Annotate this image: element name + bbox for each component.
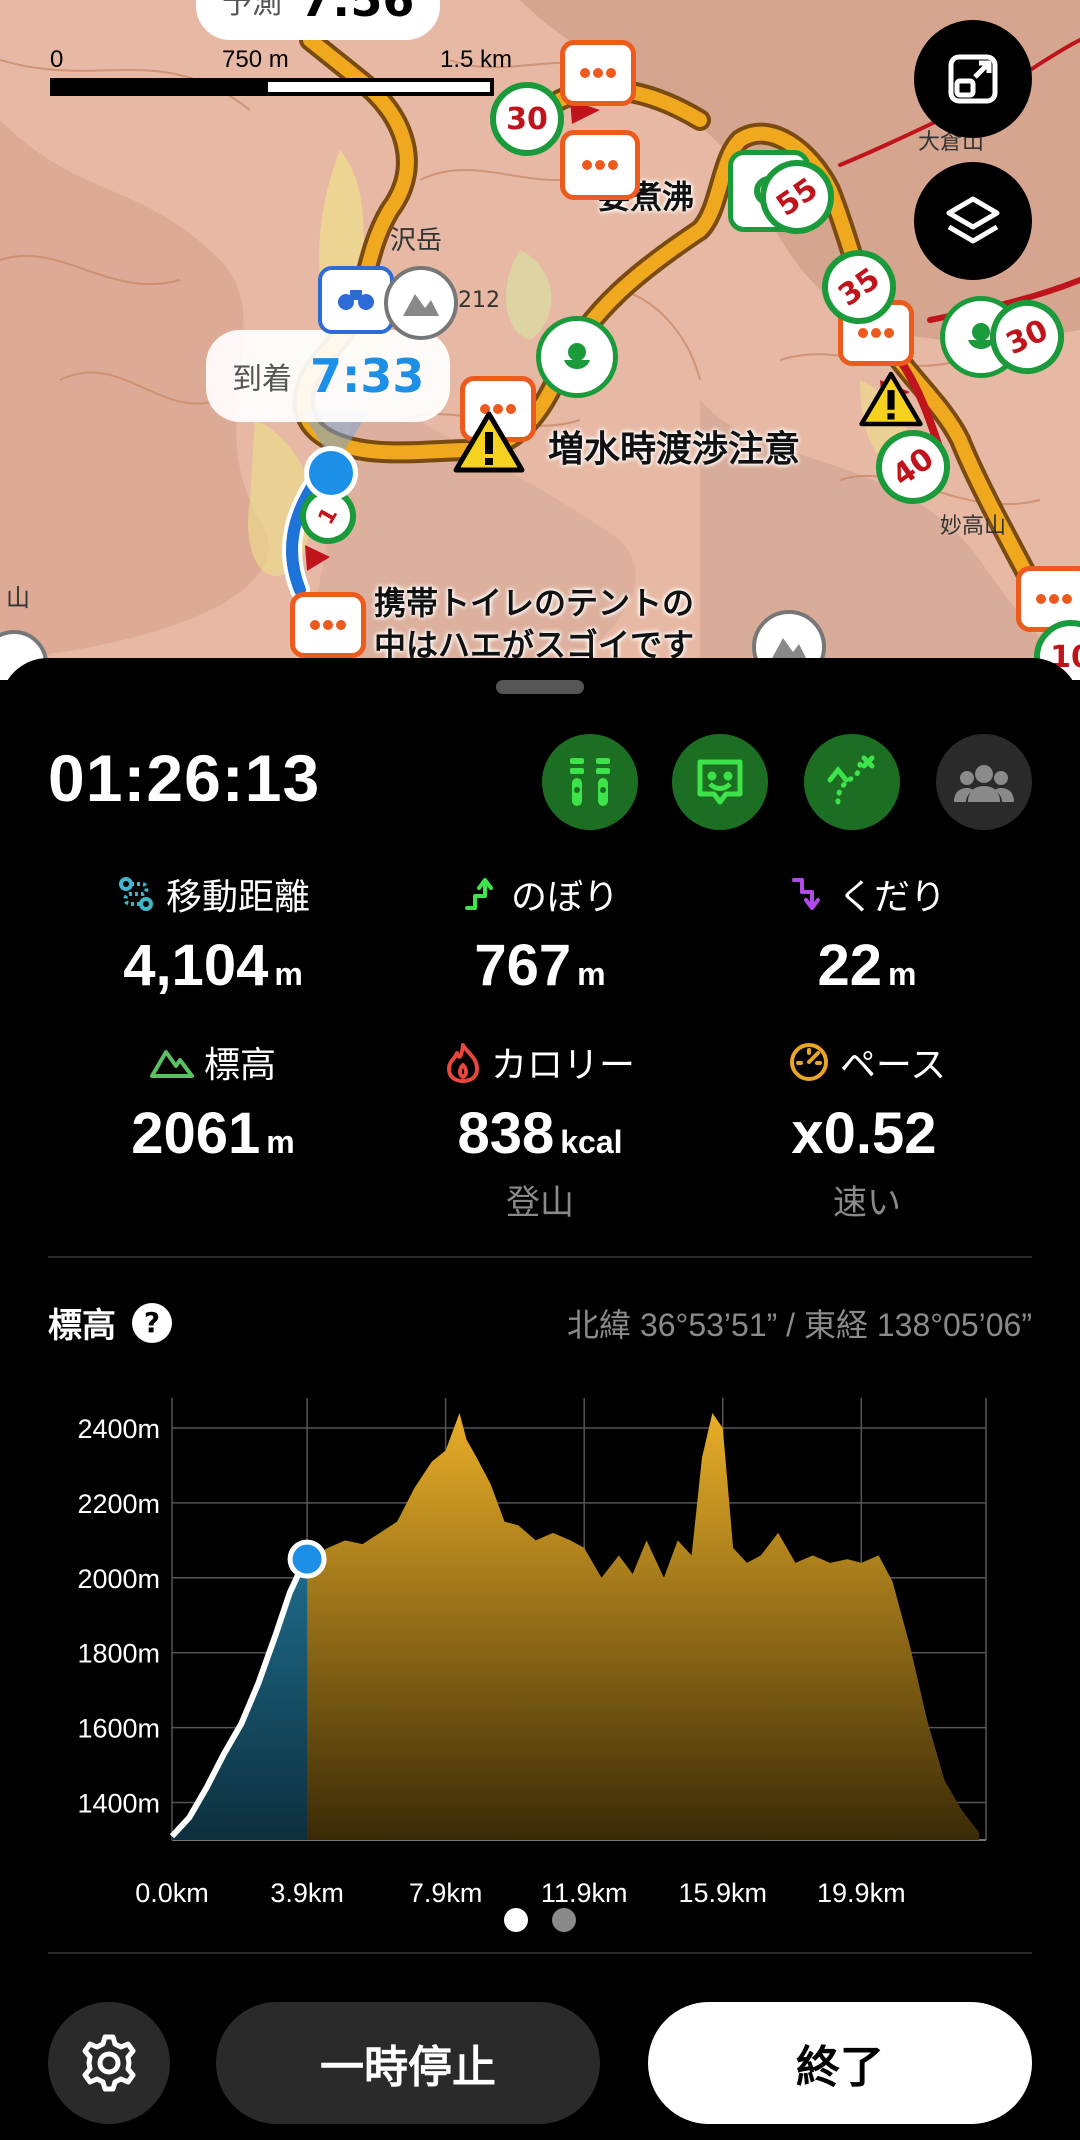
x-tick-label: 19.9km (817, 1878, 906, 1908)
pager-dot[interactable] (552, 1908, 576, 1932)
stat-value: 838 (457, 1101, 555, 1166)
elevation-chart[interactable]: 2400m 2200m 2000m 1800m 1600m 1400m 0.0km 3.9km… (0, 1378, 1080, 1918)
y-tick-label: 1400m (77, 1789, 160, 1819)
comment-line-1: 携帯トイレのテントの (374, 584, 695, 622)
y-tick-label: 1600m (77, 1714, 160, 1744)
comment-pin[interactable] (290, 592, 366, 658)
viewpoint-icon[interactable] (318, 266, 394, 334)
altitude-calibration-button[interactable] (542, 734, 638, 830)
map-layers-button[interactable] (914, 162, 1032, 280)
warning-icon[interactable] (858, 370, 924, 432)
arrival-label: 到着 (232, 362, 292, 397)
stat-pace: ペース x0.52 速い (702, 1036, 1032, 1224)
scale-label-end: 1.5 km (440, 46, 513, 73)
distance-icon (118, 877, 153, 911)
y-tick-label: 2400m (77, 1414, 160, 1444)
stat-unit: m (577, 956, 606, 992)
stat-ascent: のぼり 767 m (375, 868, 705, 999)
stat-unit: m (266, 1124, 295, 1160)
warning-label: 増水時渡渉注意 (548, 429, 801, 470)
elevation-title: 標高 (48, 1306, 116, 1346)
activity-panel: 01:26:13 移動距離 4,104 m のぼり 767 m くだり 22 m 標高… (0, 658, 1080, 2140)
elevation-area-remaining (307, 1412, 980, 1840)
flower-spot-icon[interactable] (536, 316, 618, 398)
route-icon (827, 755, 875, 805)
stat-descent: くだり 22 m (702, 868, 1032, 999)
x-tick-label: 0.0km (135, 1878, 209, 1908)
x-tick-label: 11.9km (541, 1878, 628, 1908)
km-marker-badge: 30 (490, 82, 564, 156)
side-label: 山 (6, 584, 30, 612)
map-view[interactable]: 0 750 m 1.5 km 予測 7:56 到着 7:33 要煮沸 増水時渡渉… (0, 0, 1080, 680)
x-tick-label: 3.9km (270, 1878, 344, 1908)
current-position-marker (287, 1539, 327, 1579)
arrival-time-bubble: 到着 7:33 (206, 330, 451, 422)
stat-label: 移動距離 (165, 877, 310, 918)
elapsed-timer: 01:26:13 (48, 741, 321, 815)
scale-label-zero: 0 (50, 46, 64, 73)
y-tick-label: 2000m (77, 1564, 160, 1594)
stat-label: くだり (837, 877, 946, 918)
pager-dot-active[interactable] (504, 1908, 528, 1932)
layers-icon (946, 196, 1000, 244)
forecast-time-bubble: 予測 7:56 (196, 0, 441, 40)
stat-distance: 移動距離 4,104 m (48, 868, 378, 999)
stat-calories: カロリー 838 kcal 登山 (375, 1036, 705, 1224)
end-button[interactable]: 終了 (648, 2002, 1032, 2124)
peak-height-label: 212 (458, 288, 500, 313)
pause-button[interactable]: 一時停止 (216, 2002, 600, 2124)
stat-label: 標高 (203, 1045, 276, 1086)
arrival-time: 7:33 (310, 349, 425, 403)
comment-pin[interactable] (560, 40, 636, 106)
x-tick-label: 7.9km (409, 1878, 483, 1908)
stat-value: 4,104 (123, 933, 269, 998)
y-tick-label: 1800m (77, 1639, 160, 1669)
stat-unit: m (888, 956, 917, 992)
coordinates-readout: 北緯 36°53’51” / 東経 138°05’06” (567, 1307, 1032, 1343)
forecast-label: 予測 (222, 0, 282, 21)
stat-unit: m (274, 956, 303, 992)
elevation-section-header: 標高 ? (48, 1298, 172, 1347)
fit-screen-icon (948, 54, 998, 104)
ascent-icon (464, 878, 493, 910)
section-divider (48, 1256, 1032, 1258)
stat-value: 22 (817, 933, 883, 998)
group-members-button[interactable] (936, 734, 1032, 830)
current-location-marker (304, 446, 358, 500)
stat-value: x0.52 (791, 1101, 937, 1166)
fit-route-button[interactable] (914, 20, 1032, 138)
stat-subtext: 速い (833, 1183, 901, 1223)
add-memo-button[interactable] (672, 734, 768, 830)
forecast-time: 7:56 (300, 0, 415, 27)
stat-label: ペース (839, 1045, 947, 1086)
group-icon (954, 765, 1014, 802)
speedometer-icon (789, 1043, 828, 1081)
altitude-icon (570, 758, 610, 806)
stat-label: のぼり (510, 877, 619, 918)
stat-label: カロリー (490, 1045, 635, 1086)
peak-icon[interactable] (384, 266, 458, 340)
mountain-name-label: 妙高山 (940, 514, 1007, 539)
route-edit-button[interactable] (804, 734, 900, 830)
gear-icon (82, 2034, 136, 2092)
comment-pin[interactable] (560, 130, 640, 200)
warning-icon[interactable] (452, 410, 526, 478)
drag-handle[interactable] (496, 680, 584, 694)
x-tick-label: 15.9km (678, 1878, 767, 1908)
help-icon[interactable]: ? (132, 1302, 172, 1343)
mountain-icon (149, 1050, 194, 1078)
stat-subtext: 登山 (506, 1183, 574, 1223)
y-tick-label: 2200m (77, 1489, 160, 1519)
peak-name-label: 沢岳 (390, 226, 443, 256)
stat-unit: kcal (560, 1124, 623, 1160)
memo-icon (697, 759, 743, 805)
section-divider (48, 1952, 1032, 1954)
stat-value: 2061 (131, 1101, 261, 1166)
descent-icon (791, 878, 820, 910)
stat-altitude: 標高 2061 m (48, 1036, 378, 1167)
fire-icon (446, 1043, 479, 1083)
settings-button[interactable] (48, 2002, 170, 2124)
scale-label-mid: 750 m (222, 46, 289, 73)
stat-value: 767 (474, 933, 572, 998)
